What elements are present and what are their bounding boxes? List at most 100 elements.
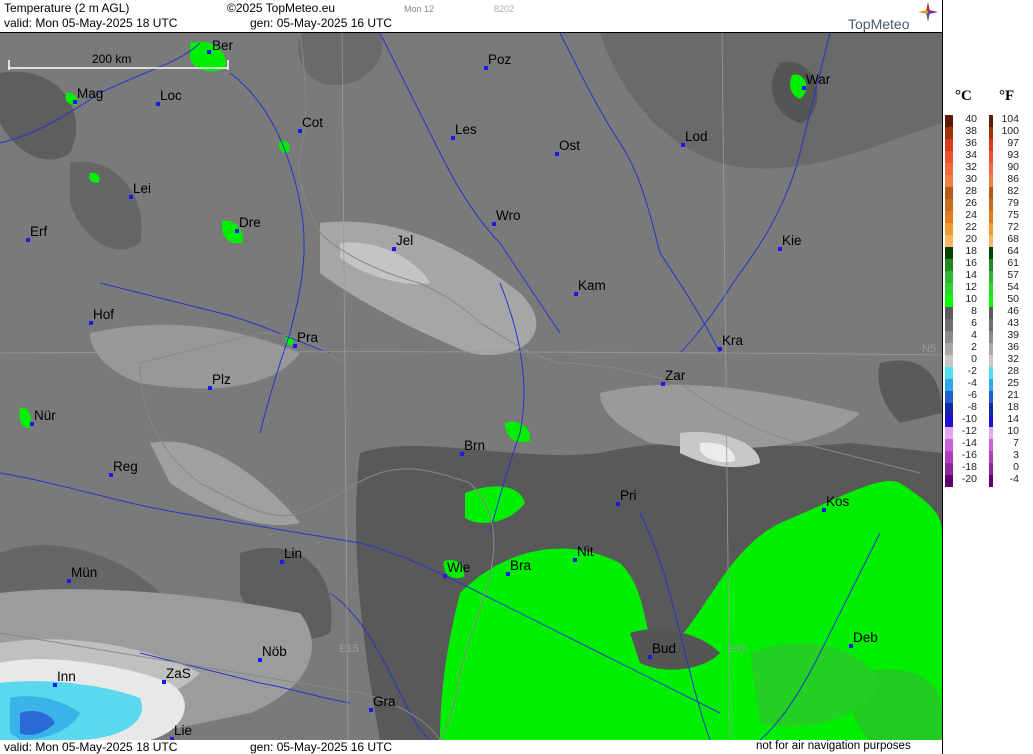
legend-label-fahrenheit: 79: [1007, 197, 1019, 209]
city-label[interactable]: Poz: [484, 52, 511, 70]
legend-label-fahrenheit: 10: [1007, 425, 1019, 437]
city-marker-icon: [506, 572, 510, 576]
grid-label-n50-right: N5: [922, 343, 937, 355]
city-marker-icon: [156, 102, 160, 106]
city-label[interactable]: Kra: [718, 333, 743, 351]
city-label[interactable]: Inn: [53, 669, 76, 687]
city-label[interactable]: Wie: [443, 560, 470, 578]
city-label[interactable]: Erf: [26, 224, 47, 242]
legend-label-fahrenheit: 25: [1007, 377, 1019, 389]
city-marker-icon: [298, 129, 302, 133]
city-marker-icon: [573, 558, 577, 562]
legend-label-celsius: -18: [961, 461, 977, 473]
legend-label-celsius: 18: [965, 245, 977, 257]
day-code: Mon 12: [404, 4, 435, 14]
legend-label-fahrenheit: 28: [1007, 365, 1019, 377]
city-label[interactable]: Bra: [506, 558, 531, 576]
city-label[interactable]: Kos: [822, 494, 849, 512]
city-label[interactable]: Les: [451, 122, 477, 140]
city-label[interactable]: Mün: [67, 565, 97, 583]
legend-label-celsius: 16: [965, 257, 977, 269]
city-label[interactable]: Reg: [109, 459, 138, 477]
legend-label-fahrenheit: 86: [1007, 173, 1019, 185]
temperature-legend: °C °F 40 104 38 100 36 97 34 93 32 90 30 86 28 82 26 79…: [942, 0, 1033, 754]
city-label[interactable]: Loc: [156, 88, 182, 106]
legend-label-celsius: -14: [961, 437, 977, 449]
city-label[interactable]: Kam: [574, 278, 606, 296]
city-label[interactable]: Hof: [89, 307, 114, 325]
city-marker-icon: [67, 579, 71, 583]
valid-time: valid: Mon 05-May-2025 18 UTC: [4, 16, 178, 30]
city-marker-icon: [681, 143, 685, 147]
city-label[interactable]: Ber: [207, 38, 233, 54]
legend-label-fahrenheit: 57: [1007, 269, 1019, 281]
city-marker-icon: [258, 658, 262, 662]
city-marker-icon: [235, 229, 239, 233]
city-marker-icon: [280, 560, 284, 564]
city-label[interactable]: Lie: [170, 723, 192, 740]
legend-label-fahrenheit: -4: [1009, 473, 1019, 485]
legend-label-fahrenheit: 32: [1007, 353, 1019, 365]
city-label[interactable]: Ost: [555, 138, 580, 156]
legend-label-celsius: 38: [965, 125, 977, 137]
temperature-map[interactable]: 200 km N50 N5 E15 E20 Ber Poz War Mag Lo…: [0, 33, 942, 740]
product-title: Temperature (2 m AGL): [4, 1, 130, 15]
footer-generation-time: gen: 05-May-2025 16 UTC: [250, 740, 393, 754]
city-marker-icon: [492, 222, 496, 226]
legend-label-fahrenheit: 75: [1007, 209, 1019, 221]
legend-label-fahrenheit: 39: [1007, 329, 1019, 341]
city-label[interactable]: Lin: [280, 546, 302, 564]
city-label[interactable]: Lod: [681, 129, 708, 147]
legend-label-fahrenheit: 21: [1007, 389, 1019, 401]
legend-label-celsius: 34: [965, 149, 977, 161]
city-label[interactable]: Cot: [298, 115, 323, 133]
grid-label-e15: E15: [339, 643, 359, 655]
legend-label-celsius: 0: [971, 353, 977, 365]
city-label[interactable]: Wro: [492, 208, 521, 226]
legend-label-fahrenheit: 36: [1007, 341, 1019, 353]
legend-label-fahrenheit: 18: [1007, 401, 1019, 413]
city-label[interactable]: Nöb: [258, 644, 287, 662]
city-label[interactable]: Nit: [573, 544, 594, 562]
legend-label-celsius: 32: [965, 161, 977, 173]
city-label[interactable]: Kie: [778, 233, 802, 251]
legend-label-fahrenheit: 72: [1007, 221, 1019, 233]
city-label[interactable]: Jel: [392, 233, 413, 251]
city-label[interactable]: Gra: [369, 694, 396, 712]
legend-label-fahrenheit: 54: [1007, 281, 1019, 293]
city-label[interactable]: Dre: [235, 215, 261, 233]
city-label[interactable]: Lei: [129, 181, 151, 199]
city-marker-icon: [392, 247, 396, 251]
city-label[interactable]: Zar: [661, 368, 685, 386]
city-label[interactable]: Mag: [73, 86, 103, 104]
city-label[interactable]: Pri: [616, 488, 637, 506]
city-marker-icon: [555, 152, 559, 156]
city-label[interactable]: Deb: [849, 630, 878, 648]
grid-label-n50: N50: [145, 343, 166, 355]
legend-label-fahrenheit: 64: [1007, 245, 1019, 257]
legend-label-fahrenheit: 68: [1007, 233, 1019, 245]
legend-label-fahrenheit: 7: [1013, 437, 1019, 449]
city-label[interactable]: Plz: [208, 372, 231, 390]
city-label[interactable]: Bud: [648, 641, 676, 659]
legend-label-fahrenheit: 14: [1007, 413, 1019, 425]
legend-label-celsius: 24: [965, 209, 977, 221]
city-marker-icon: [849, 644, 853, 648]
city-label[interactable]: War: [802, 72, 830, 90]
disclaimer: not for air navigation purposes: [756, 740, 911, 752]
city-marker-icon: [207, 50, 211, 54]
legend-label-fahrenheit: 61: [1007, 257, 1019, 269]
city-label[interactable]: Nür: [30, 408, 56, 426]
legend-label-celsius: -20: [961, 473, 977, 485]
city-label[interactable]: ZaS: [162, 666, 191, 684]
legend-label-celsius: -8: [967, 401, 977, 413]
copyright: ©2025 TopMeteo.eu: [227, 1, 336, 15]
legend-unit-fahrenheit: °F: [999, 88, 1015, 104]
legend-label-celsius: 8: [971, 305, 977, 317]
city-label[interactable]: Brn: [460, 438, 485, 456]
legend-label-fahrenheit: 46: [1007, 305, 1019, 317]
city-label[interactable]: Pra: [293, 330, 318, 348]
city-marker-icon: [293, 344, 297, 348]
legend-label-fahrenheit: 97: [1007, 137, 1019, 149]
legend-label-fahrenheit: 82: [1007, 185, 1019, 197]
